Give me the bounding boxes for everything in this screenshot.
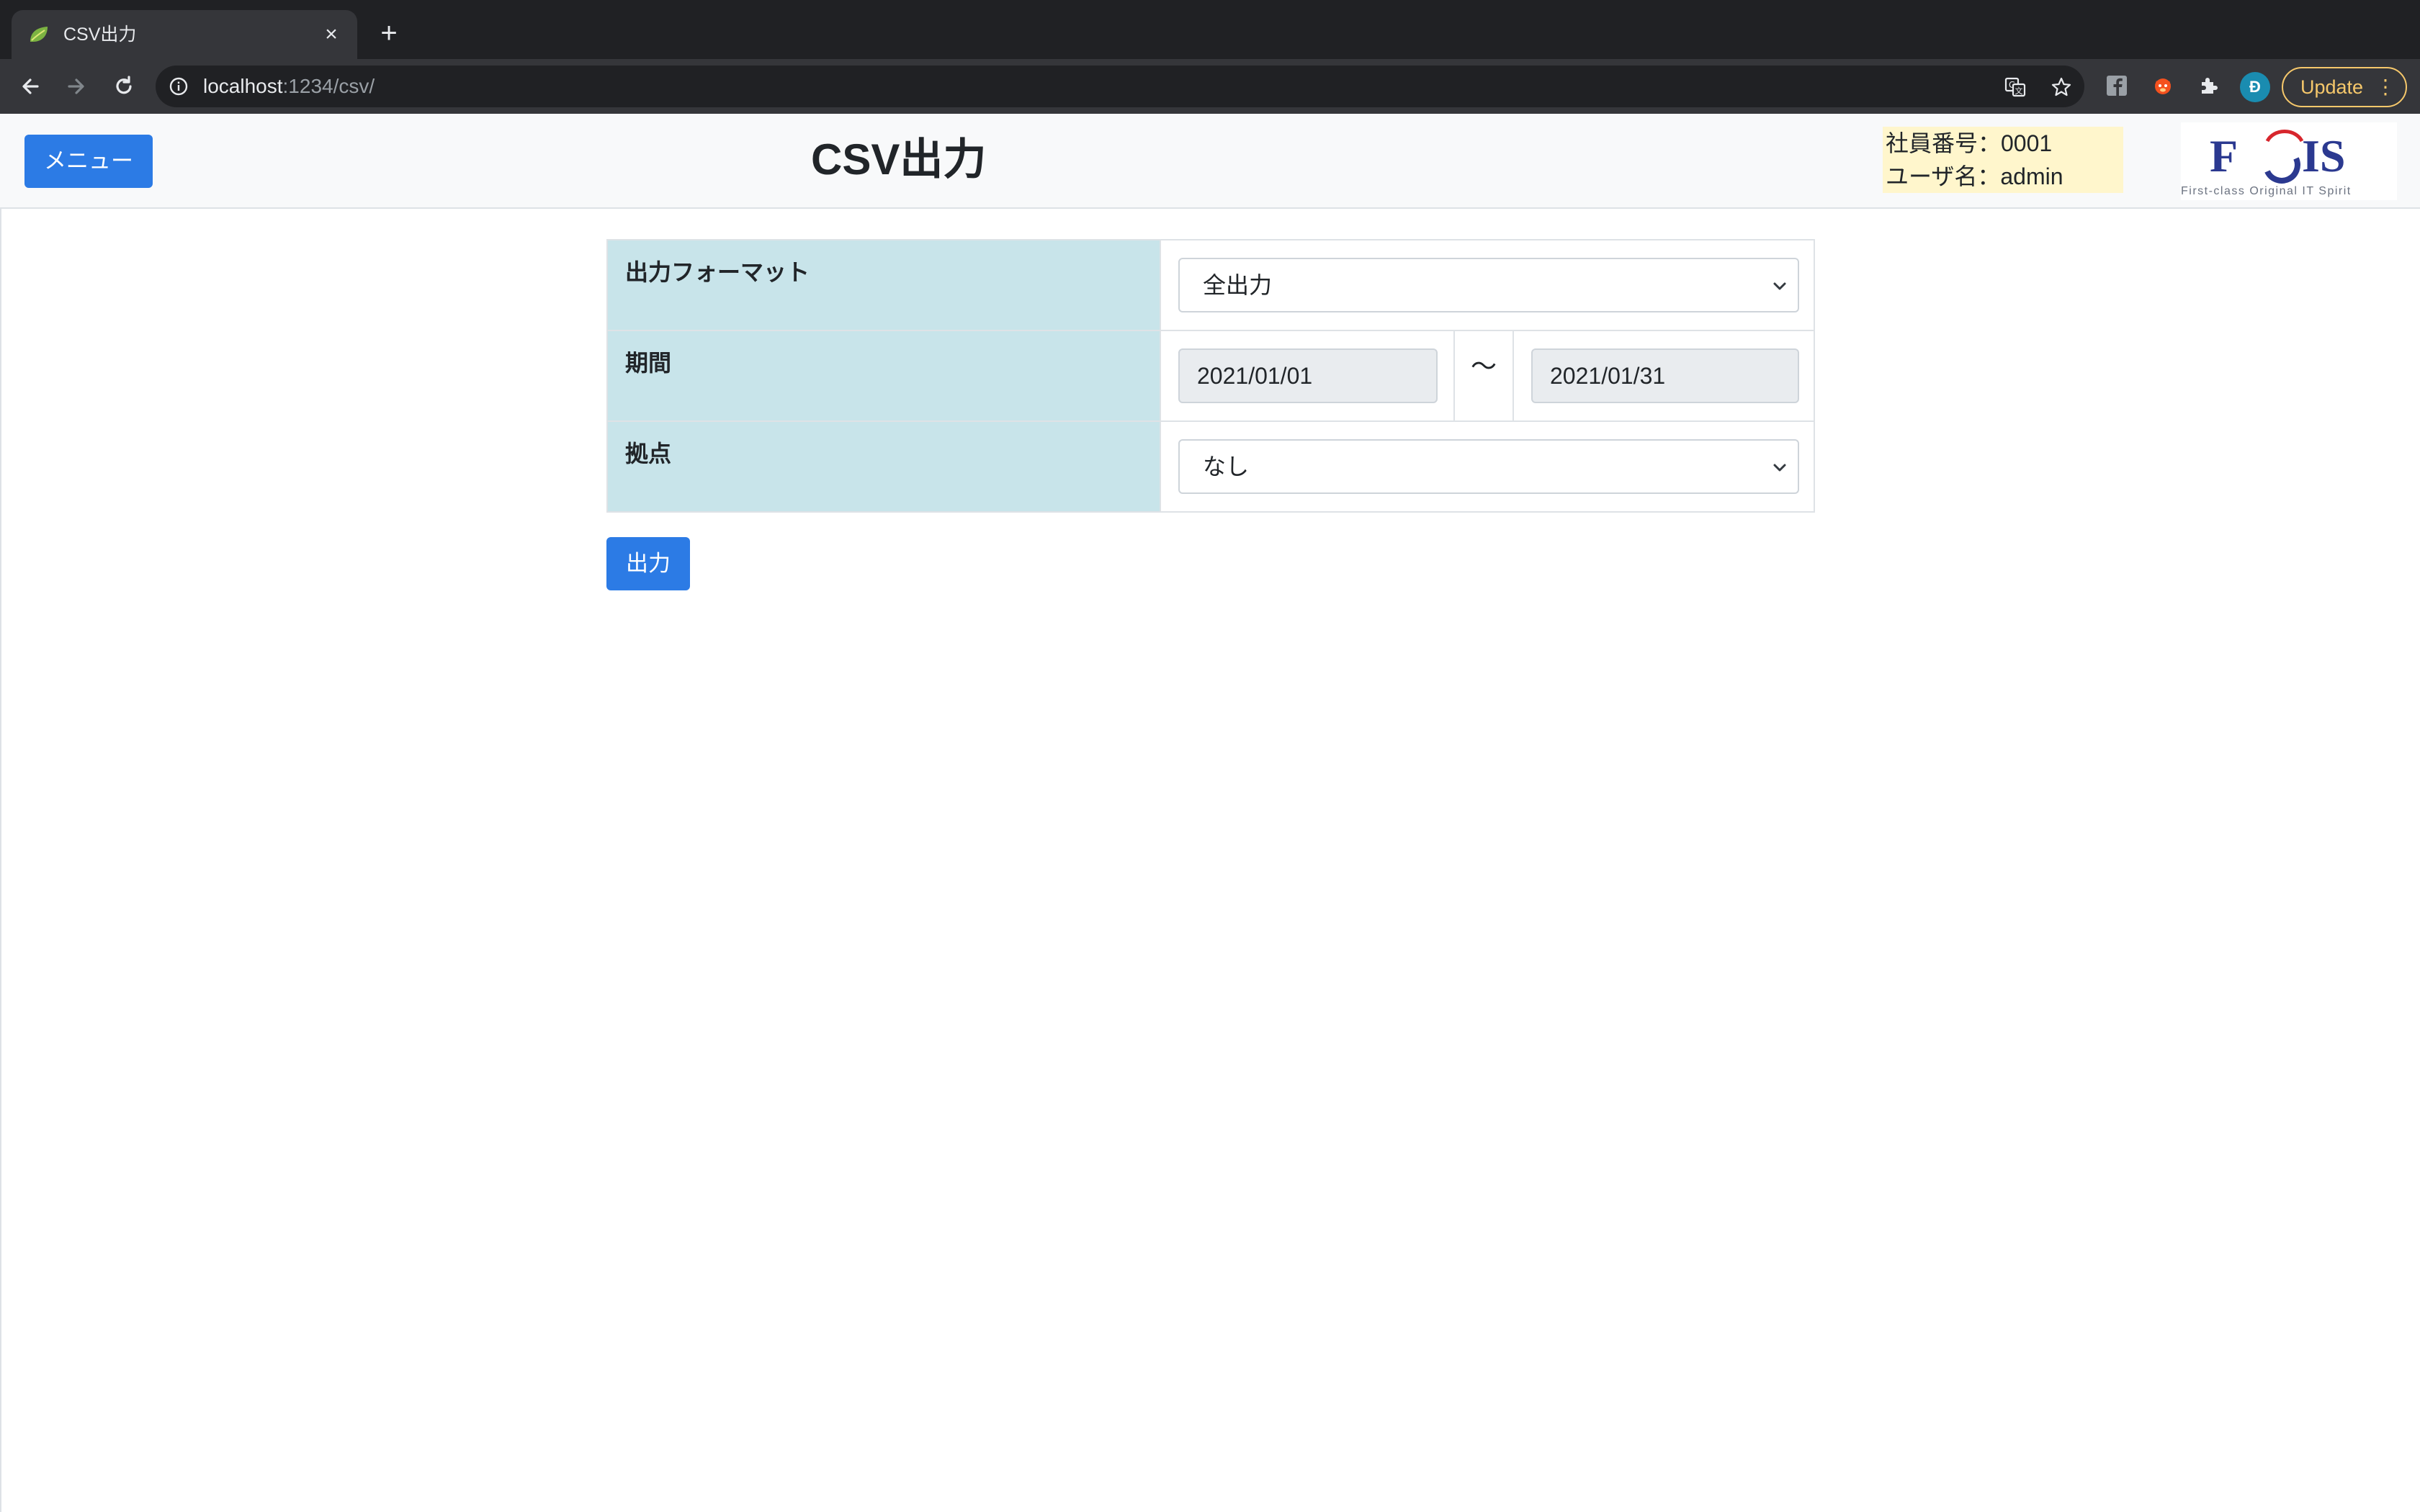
branch-row: 拠点 なし [608, 422, 1814, 511]
svg-text:文: 文 [2015, 86, 2023, 96]
output-button[interactable]: 出力 [606, 537, 690, 590]
spring-leaf-icon [30, 27, 48, 42]
more-menu-icon[interactable]: ⋮ [2375, 68, 2396, 106]
format-select-value: 全出力 [1203, 272, 1273, 298]
page-left-border [0, 209, 1, 1512]
browser-tabstrip: CSV出力 × + [0, 0, 2420, 59]
format-value-cell: 全出力 [1160, 240, 1814, 330]
employee-number: 社員番号：0001 [1886, 130, 2053, 156]
user-info-box: 社員番号：0001 ユーザ名：admin [1883, 127, 2123, 193]
format-label: 出力フォーマット [608, 240, 1160, 330]
user-name: ユーザ名：admin [1886, 163, 2063, 189]
period-separator: 〜 [1453, 331, 1514, 420]
branch-value-cell: なし [1160, 422, 1814, 511]
update-button[interactable]: Update ⋮ [2282, 67, 2407, 107]
period-from-input[interactable]: 2021/01/01 [1178, 348, 1438, 403]
tab-title: CSV出力 [63, 24, 137, 45]
profile-avatar[interactable]: Đ [2240, 72, 2270, 102]
reload-icon[interactable] [109, 72, 138, 101]
translate-icon[interactable]: G 文 [2004, 76, 2027, 99]
svg-text:IS: IS [2302, 130, 2346, 181]
url-host: localhost [203, 75, 283, 97]
update-label: Update [2300, 76, 2364, 98]
svg-text:F: F [2210, 130, 2241, 181]
page-header: メニュー CSV出力 社員番号：0001 ユーザ名：admin F IS Fir… [0, 114, 2420, 209]
browser-tab[interactable]: CSV出力 × [12, 10, 357, 59]
forward-icon[interactable] [62, 72, 91, 101]
close-tab-icon[interactable]: × [318, 22, 344, 48]
fox-extension-icon[interactable] [2151, 73, 2175, 98]
svg-text:First-class Original IT Spirit: First-class Original IT Spirit [2181, 185, 2352, 197]
menu-button[interactable]: メニュー [24, 135, 153, 188]
period-value-cell: 2021/01/01 〜 2021/01/31 [1160, 331, 1814, 420]
period-to-input[interactable]: 2021/01/31 [1531, 348, 1799, 403]
page-title: CSV出力 [811, 135, 987, 184]
back-icon[interactable] [16, 72, 45, 101]
format-select[interactable]: 全出力 [1178, 258, 1799, 312]
info-icon[interactable] [169, 76, 189, 96]
period-label: 期間 [608, 331, 1160, 420]
branch-select-value: なし [1203, 454, 1250, 480]
url-text: localhost:1234/csv/ [203, 75, 375, 98]
csv-form-table: 出力フォーマット 全出力 期間 2021/01/01 〜 2021/01/31 … [606, 239, 1815, 513]
branch-label: 拠点 [608, 422, 1160, 511]
bookmark-star-icon[interactable] [2050, 76, 2073, 99]
extensions-puzzle-icon[interactable] [2197, 73, 2221, 98]
branch-select[interactable]: なし [1178, 439, 1799, 494]
company-logo: F IS First-class Original IT Spirit [2181, 122, 2397, 200]
facebook-extension-icon[interactable] [2105, 73, 2129, 98]
address-bar[interactable]: localhost:1234/csv/ G 文 [156, 66, 2084, 107]
chevron-down-icon [1773, 464, 1786, 472]
fois-logo-icon: F IS First-class Original IT Spirit [2181, 130, 2352, 197]
chevron-down-icon [1773, 282, 1786, 290]
page-content: メニュー CSV出力 社員番号：0001 ユーザ名：admin F IS Fir… [0, 114, 2420, 1512]
period-row: 期間 2021/01/01 〜 2021/01/31 [608, 331, 1814, 422]
new-tab-icon[interactable]: + [376, 19, 402, 48]
url-path: :1234/csv/ [282, 75, 375, 97]
browser-toolbar: localhost:1234/csv/ G 文 Đ Update ⋮ [0, 59, 2420, 114]
format-row: 出力フォーマット 全出力 [608, 240, 1814, 331]
